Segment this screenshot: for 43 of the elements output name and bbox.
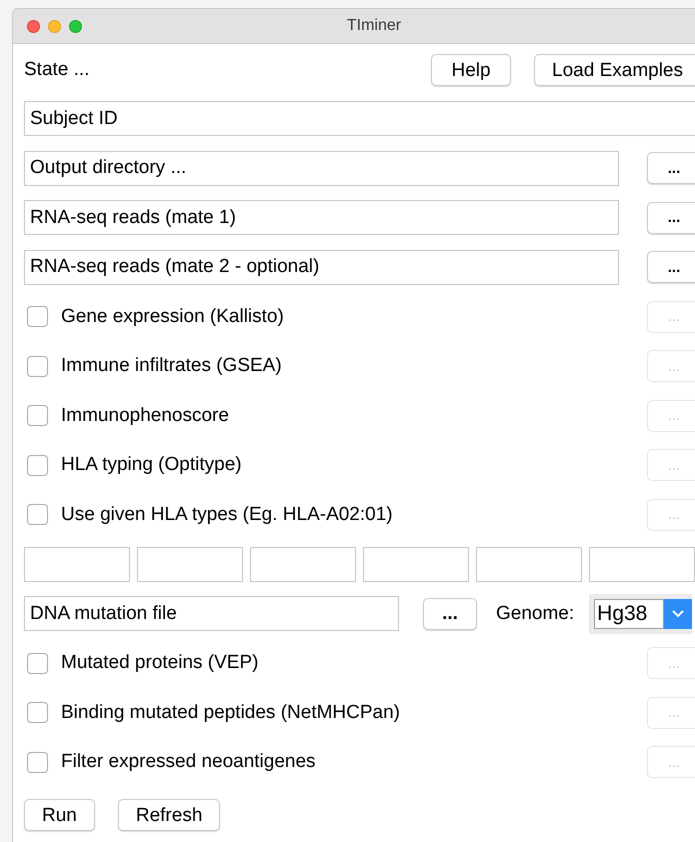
hla-type-field[interactable] — [250, 546, 356, 582]
checkbox-label: Filter expressed neoantigenes — [61, 750, 316, 774]
checkbox-label: Binding mutated peptides (NetMHCPan) — [61, 700, 400, 724]
checkbox-label: Immune infiltrates (GSEA) — [61, 354, 282, 378]
close-button[interactable] — [27, 20, 40, 32]
header-button[interactable]: Load Examples — [534, 54, 695, 86]
footer-button[interactable]: Run — [24, 799, 95, 831]
checkbox[interactable] — [27, 405, 48, 426]
checkbox[interactable] — [27, 752, 48, 773]
checkbox-label: Use given HLA types (Eg. HLA-A02:01) — [61, 502, 393, 526]
genome-label: Genome: — [496, 602, 574, 626]
path-field[interactable]: Output directory ... — [24, 150, 619, 186]
header-button[interactable]: Help — [431, 54, 512, 86]
subject-id-field[interactable]: Subject ID — [24, 101, 695, 136]
path-field[interactable]: RNA-seq reads (mate 2 - optional) — [24, 250, 619, 285]
hla-type-field[interactable] — [24, 546, 130, 582]
checkbox[interactable] — [27, 504, 48, 526]
browse-button[interactable]: ... — [423, 598, 477, 630]
genome-select[interactable]: Hg38 — [589, 594, 692, 634]
state-label: State ... — [24, 58, 90, 82]
minimize-button[interactable] — [48, 20, 61, 32]
checkbox[interactable] — [27, 306, 48, 328]
checkbox[interactable] — [27, 652, 48, 674]
browse-button[interactable]: ... — [647, 251, 695, 284]
checkbox-label: Gene expression (Kallisto) — [61, 304, 284, 328]
zoom-button[interactable] — [69, 20, 82, 32]
hla-type-field[interactable] — [476, 546, 582, 582]
checkbox-label: Mutated proteins (VEP) — [61, 651, 258, 675]
path-field[interactable]: RNA-seq reads (mate 1) — [24, 200, 619, 236]
checkbox[interactable] — [27, 454, 48, 476]
footer-button[interactable]: Refresh — [118, 799, 220, 831]
checkbox[interactable] — [27, 356, 48, 377]
window-title: TIminer — [346, 16, 402, 36]
checkbox-label: HLA typing (Optitype) — [61, 453, 242, 477]
browse-button[interactable]: ... — [647, 202, 695, 234]
checkbox-label: Immunophenoscore — [61, 404, 229, 428]
browse-button[interactable]: ... — [647, 152, 695, 184]
mutation-file-field[interactable]: DNA mutation file — [24, 596, 399, 632]
hla-type-field[interactable] — [363, 546, 469, 582]
hla-type-field[interactable] — [589, 546, 695, 582]
hla-type-field[interactable] — [137, 546, 243, 582]
dropdown-caret-icon — [664, 599, 692, 630]
checkbox[interactable] — [27, 702, 48, 724]
